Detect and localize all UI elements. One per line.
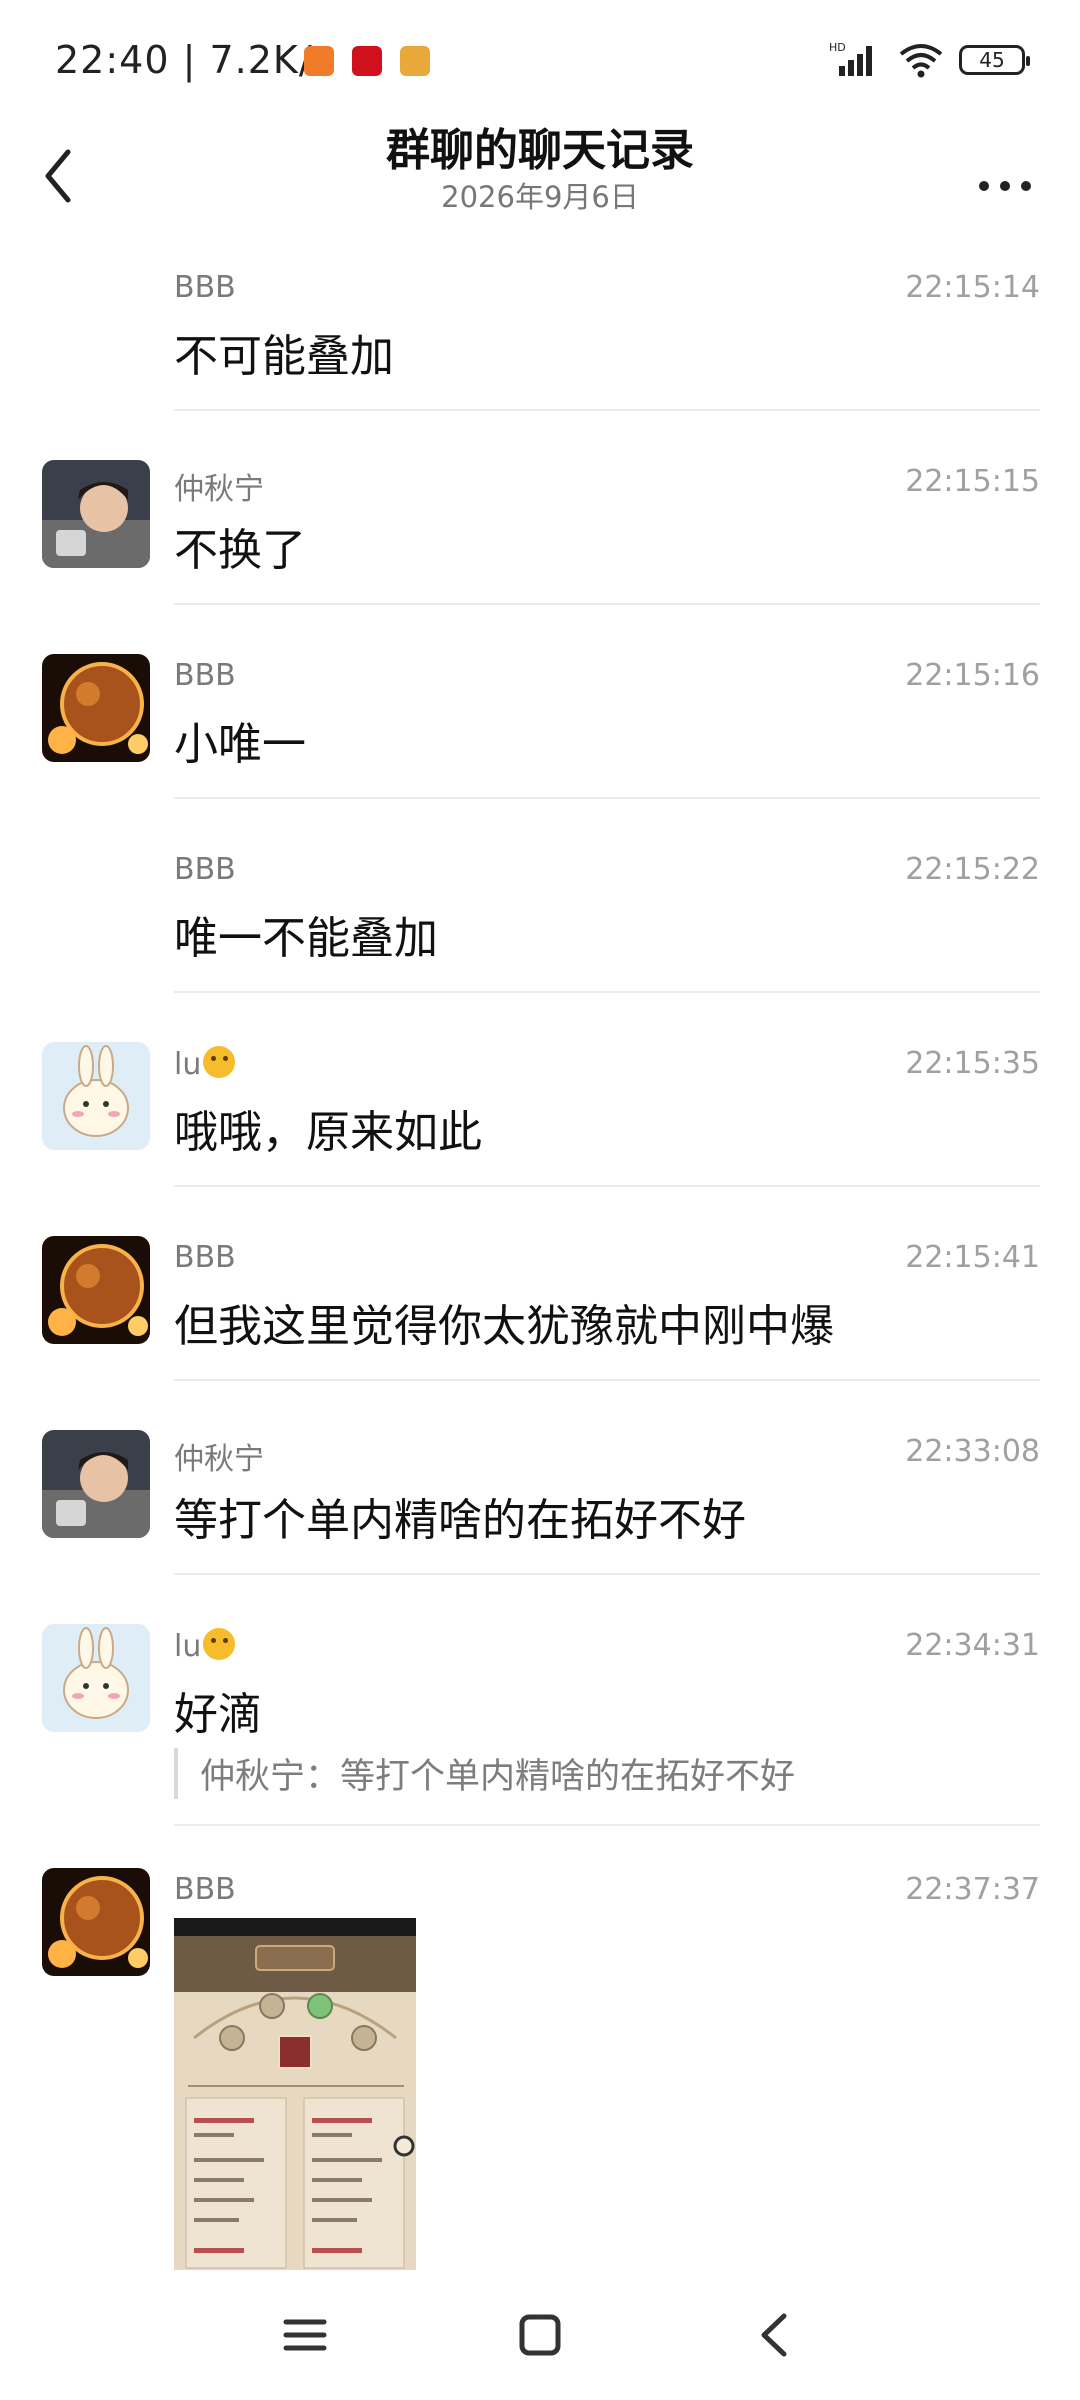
battery-icon: 45 [959, 45, 1030, 75]
message-sender: BBB [174, 270, 236, 305]
page-date: 2026年9月6日 [441, 180, 639, 214]
avatar[interactable] [42, 1042, 150, 1150]
message-sender: BBB [174, 1240, 236, 1275]
notification-app-icon [400, 46, 430, 76]
thinking-emoji-icon [203, 1046, 236, 1078]
wifi-icon [899, 44, 943, 78]
message-divider [174, 1379, 1040, 1381]
message-sender: BBB [174, 852, 236, 887]
message-divider [174, 797, 1040, 799]
message-divider [174, 1573, 1040, 1575]
message-divider [174, 991, 1040, 993]
message-text: 不可能叠加 [174, 331, 394, 382]
message-sender: lu [174, 1628, 236, 1664]
menu-icon [283, 2319, 327, 2351]
message-text: 等打个单内精啥的在拓好不好 [174, 1495, 746, 1546]
message-time: 22:15:35 [905, 1046, 1040, 1081]
message-row[interactable]: 仲秋宁 22:15:15 不换了 [0, 450, 1080, 605]
page-title: 群聊的聊天记录 [386, 125, 694, 176]
system-nav-bar [0, 2270, 1080, 2400]
notification-app-icon [352, 46, 382, 76]
avatar[interactable] [42, 1430, 150, 1538]
message-time: 22:15:14 [905, 270, 1040, 305]
message-image[interactable] [174, 1918, 416, 2274]
message-time: 22:34:31 [905, 1628, 1040, 1663]
message-sender: lu [174, 1046, 236, 1082]
message-row[interactable]: BBB 22:37:37 [0, 1858, 1080, 2278]
message-text: 不换了 [174, 525, 306, 576]
status-time: 22:40 | 7.2K/s [55, 38, 334, 82]
nav-menu-button[interactable] [270, 2300, 340, 2370]
avatar[interactable] [42, 654, 150, 762]
message-text: 好滴 [174, 1689, 262, 1740]
message-divider [174, 1185, 1040, 1187]
message-sender: BBB [174, 658, 236, 693]
message-divider [174, 603, 1040, 605]
avatar[interactable] [42, 1868, 150, 1976]
message-time: 22:15:15 [905, 464, 1040, 499]
message-row[interactable]: BBB 22:15:41 但我这里觉得你太犹豫就中刚中爆 [0, 1226, 1080, 1381]
avatar[interactable] [42, 460, 150, 568]
message-text: 但我这里觉得你太犹豫就中刚中爆 [174, 1301, 834, 1352]
message-row[interactable]: BBB 22:15:22 唯一不能叠加 [0, 838, 1080, 993]
home-square-icon [519, 2314, 561, 2356]
message-time: 22:15:22 [905, 852, 1040, 887]
message-sender: BBB [174, 1872, 236, 1907]
message-row[interactable]: BBB 22:15:14 不可能叠加 [0, 256, 1080, 411]
message-row[interactable]: BBB 22:15:16 小唯一 [0, 644, 1080, 799]
message-time: 22:15:41 [905, 1240, 1040, 1275]
message-text: 小唯一 [174, 719, 306, 770]
sender-name: lu [174, 1047, 202, 1082]
nav-back-button[interactable] [740, 2300, 810, 2370]
message-time: 22:37:37 [905, 1872, 1040, 1907]
thinking-emoji-icon [203, 1628, 236, 1660]
quoted-message[interactable]: 仲秋宁：等打个单内精啥的在拓好不好 [174, 1748, 795, 1799]
status-bar: 22:40 | 7.2K/s HD 45 [0, 0, 1080, 120]
nav-home-button[interactable] [505, 2300, 575, 2370]
message-row[interactable]: 仲秋宁 22:33:08 等打个单内精啥的在拓好不好 [0, 1420, 1080, 1575]
message-row[interactable]: lu 22:34:31 好滴 仲秋宁：等打个单内精啥的在拓好不好 [0, 1614, 1080, 1834]
more-button[interactable] [970, 138, 1040, 198]
sender-name: lu [174, 1629, 202, 1664]
message-time: 22:33:08 [905, 1434, 1040, 1469]
message-text: 唯一不能叠加 [174, 913, 438, 964]
chat-history-header: 群聊的聊天记录 2026年9月6日 [0, 110, 1080, 230]
message-row[interactable]: lu 22:15:35 哦哦，原来如此 [0, 1032, 1080, 1187]
message-sender: 仲秋宁 [174, 472, 264, 507]
message-divider [174, 409, 1040, 411]
back-triangle-icon [761, 2313, 787, 2357]
notification-app-icon [304, 46, 334, 76]
message-sender: 仲秋宁 [174, 1442, 264, 1477]
message-text: 哦哦，原来如此 [174, 1107, 482, 1158]
signal-icon: HD [829, 41, 872, 76]
message-time: 22:15:16 [905, 658, 1040, 693]
message-divider [174, 1824, 1040, 1826]
avatar[interactable] [42, 1236, 150, 1344]
more-dots-icon [979, 181, 1031, 191]
signal-badge: HD [829, 41, 846, 54]
avatar[interactable] [42, 1624, 150, 1732]
